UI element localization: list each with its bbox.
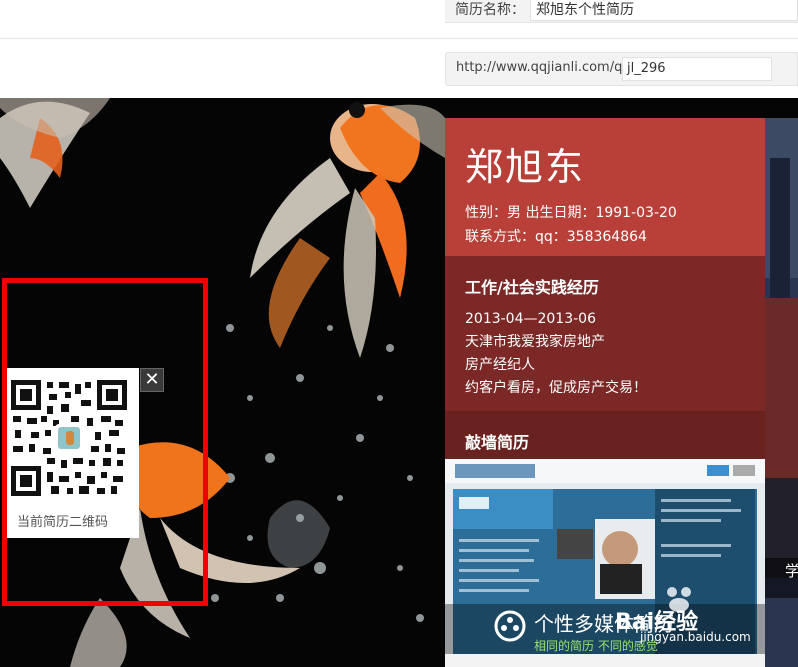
url-prefix: http://www.qqjianli.com/qq [456,60,631,75]
resume-header: 郑旭东 性别：男 出生日期：1991-03-20 联系方式：qq：3583648… [445,118,765,256]
next-template-label: 学 [785,562,798,580]
qiaoqiang-section: 敲墙简历 [445,411,765,459]
resume-person-name: 郑旭东 [465,145,586,189]
watermark-url: jingyan.baidu.com [640,630,751,644]
work-experience-section: 工作/社会实践经历 2013-04—2013-06 天津市我爱我家房地产 房产经… [445,256,765,411]
next-template-preview[interactable] [765,118,798,667]
work-experience-line: 约客户看房，促成房产交易！ [465,380,647,396]
form-area: 简历名称： 郑旭东个性简历 http://www.qqjianli.com/qq… [0,0,798,98]
resume-contact-info: 联系方式：qq：358364864 [465,229,647,245]
qr-code-popup: 当前简历二维码 [7,368,139,538]
divider [0,38,798,39]
work-experience-line: 房产经纪人 [465,357,535,373]
qr-code-icon[interactable] [11,380,127,496]
url-suffix-input[interactable]: jl_296 [622,57,772,81]
resume-name-label: 简历名称： [455,2,525,18]
city-night-image [765,118,798,667]
resume-card: 郑旭东 性别：男 出生日期：1991-03-20 联系方式：qq：3583648… [445,118,765,667]
resume-name-input[interactable]: 郑旭东个性简历 [530,0,798,21]
work-experience-title: 工作/社会实践经历 [465,278,599,297]
qr-caption: 当前简历二维码 [17,515,109,530]
close-icon[interactable]: ✕ [140,368,164,392]
work-experience-line: 天津市我爱我家房地产 [465,334,605,350]
qiaoqiang-title: 敲墙简历 [465,433,530,452]
film-reel-icon [494,610,526,642]
resume-url-row: http://www.qqjianli.com/qq jl_296 [445,52,798,86]
resume-name-row: 简历名称： 郑旭东个性简历 [445,0,798,23]
work-experience-line: 2013-04—2013-06 [465,311,596,327]
work-experience-lines: 2013-04—2013-06 天津市我爱我家房地产 房产经纪人 约客户看房，促… [465,308,647,400]
resume-basic-info: 性别：男 出生日期：1991-03-20 [465,205,677,221]
